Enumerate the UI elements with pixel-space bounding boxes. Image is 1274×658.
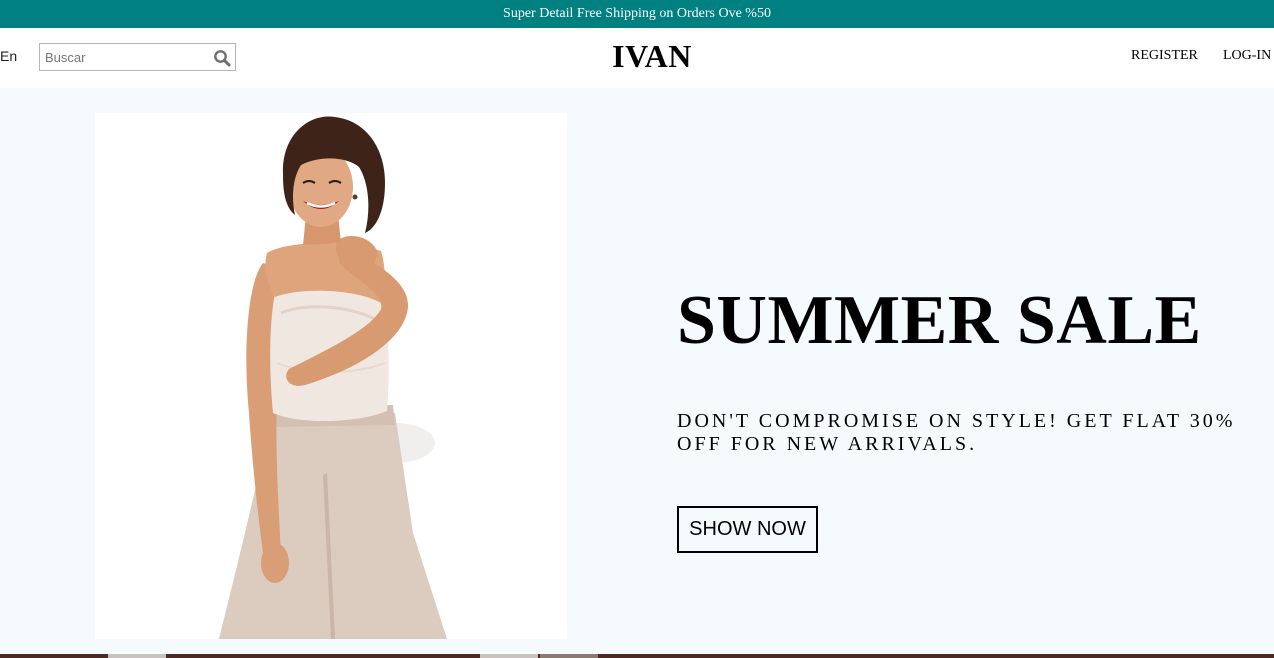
- hero-title: SUMMER SALE: [677, 282, 1202, 359]
- next-section-thumbnail: [108, 654, 166, 658]
- hero-slide: SUMMER SALE DON'T COMPROMISE ON STYLE! G…: [0, 88, 1274, 654]
- announcement-bar: Super Detail Free Shipping on Orders Ove…: [0, 0, 1274, 28]
- hero-description: DON'T COMPROMISE ON STYLE! GET FLAT 30% …: [677, 410, 1236, 455]
- next-section-thumbnail: [480, 654, 538, 658]
- login-link[interactable]: LOG-IN: [1223, 48, 1271, 64]
- next-section-preview: [0, 654, 1274, 658]
- next-section-thumbnail: [540, 654, 598, 658]
- show-now-button[interactable]: SHOW NOW: [677, 506, 818, 553]
- announcement-text: Super Detail Free Shipping on Orders Ove…: [503, 6, 771, 21]
- register-link[interactable]: REGISTER: [1131, 48, 1198, 64]
- navbar: En IVAN REGISTER LOG-IN: [0, 28, 1274, 88]
- brand-logo[interactable]: IVAN: [0, 38, 1274, 75]
- hero-model-image: [95, 113, 567, 639]
